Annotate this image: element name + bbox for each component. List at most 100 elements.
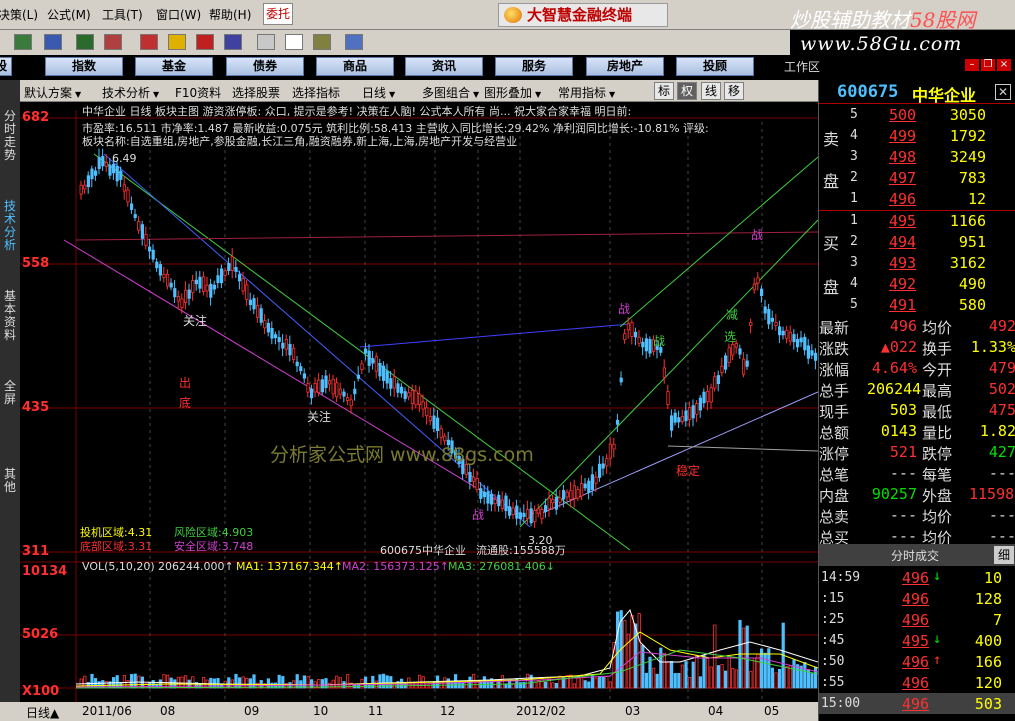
menu-window[interactable]: 窗口(W) [156, 6, 201, 23]
tab-realestate[interactable]: 房地产 [586, 57, 664, 76]
menu-tools[interactable]: 工具(T) [102, 6, 143, 23]
candle-body [471, 476, 476, 482]
candle-body [482, 491, 487, 498]
stat-row: 总笔 --- 每笔 --- [819, 463, 1015, 484]
lock-icon[interactable] [104, 34, 122, 50]
time-tick: 2012/02 [516, 704, 566, 718]
candle-body [626, 323, 631, 331]
alert-icon[interactable] [196, 34, 214, 50]
line-button[interactable]: 线 [701, 82, 721, 100]
sell-price[interactable]: 500 [889, 106, 916, 124]
binoculars-icon[interactable] [76, 34, 94, 50]
pen-icon[interactable] [224, 34, 242, 50]
stat-value: --- [889, 506, 917, 524]
candle-body [363, 348, 368, 354]
minimize-icon[interactable]: – [965, 59, 979, 71]
kline-chart[interactable]: 中华企业 日线 板块主图 游资涨停板: 众口, 提示是参考! 决策在人脑! 公式… [20, 102, 818, 702]
watermark-title: 炒股辅助教材58股网 [790, 4, 975, 33]
overlay-dropdown[interactable]: 图形叠加 ▼ [484, 84, 541, 101]
sell-price[interactable]: 497 [889, 169, 916, 187]
technical-dropdown[interactable]: 技术分析 ▼ [102, 84, 159, 101]
rights-button[interactable]: 权 [677, 82, 697, 100]
tab-bond[interactable]: 债券 [226, 57, 304, 76]
stat-label: 均价 [922, 508, 953, 526]
float-caption: 流通股:155588万 [476, 544, 566, 557]
buy-price[interactable]: 495 [889, 212, 916, 230]
books-icon[interactable] [313, 34, 331, 50]
sell-row[interactable]: 3 498 3249 [819, 146, 1015, 167]
vtab-fullscreen[interactable]: 全屏 [2, 380, 18, 406]
vtab-other[interactable]: 其他 [2, 468, 18, 494]
period-indicator[interactable]: 日线▲ [26, 704, 59, 721]
buy-price[interactable]: 492 [889, 275, 916, 293]
window-icon[interactable] [285, 34, 303, 50]
diamond-icon[interactable] [168, 34, 186, 50]
buy-row[interactable]: 5 491 580 [819, 294, 1015, 315]
volume-bar [688, 677, 692, 689]
help-icon[interactable] [345, 34, 363, 50]
grid-icon[interactable] [44, 34, 62, 50]
buy-row[interactable]: 1 495 1166 [819, 210, 1015, 231]
candle-body [770, 317, 775, 322]
scheme-dropdown[interactable]: 默认方案 ▼ [24, 84, 81, 101]
sell-row[interactable]: 2 497 783 [819, 167, 1015, 188]
flag-icon[interactable] [14, 34, 32, 50]
sell-price[interactable]: 498 [889, 148, 916, 166]
vtab-fundamentals[interactable]: 基本资料 [2, 290, 18, 342]
mark-button[interactable]: 标 [654, 82, 674, 100]
select-stock-button[interactable]: 选择股票 [232, 84, 280, 101]
volume-bar [720, 664, 724, 689]
volume-bar [335, 675, 339, 689]
entrust-button[interactable]: 委托 [263, 3, 293, 25]
candle-body [338, 388, 343, 395]
buy-price[interactable]: 491 [889, 296, 916, 314]
candle-body [288, 343, 292, 356]
candle-body [425, 407, 429, 417]
category-bar: 股 指数 基金 债券 商品 资讯 服务 房地产 投顾 工作区 – ❐ × [0, 55, 1015, 78]
tab-commodity[interactable]: 商品 [316, 57, 394, 76]
chart-watermark: 分析家公式网 www.88gs.com [270, 444, 534, 466]
doc-icon[interactable] [257, 34, 275, 50]
restore-icon[interactable]: ❐ [981, 59, 995, 71]
buy-row[interactable]: 2 494 951 [819, 231, 1015, 252]
user-icon[interactable] [140, 34, 158, 50]
tab-advisor[interactable]: 投顾 [676, 57, 754, 76]
candle-body [335, 382, 339, 398]
menu-help[interactable]: 帮助(H) [209, 6, 251, 23]
ticks-detail-button[interactable]: 细 [994, 546, 1014, 564]
close-icon[interactable]: × [997, 59, 1011, 71]
volume-bar [295, 674, 299, 689]
stat-value: --- [988, 464, 1015, 482]
f10-button[interactable]: F10资料 [175, 84, 221, 101]
sell-row[interactable]: 5 500 3050 [819, 104, 1015, 125]
tab-fund[interactable]: 基金 [135, 57, 213, 76]
vtab-intraday[interactable]: 分时走势 [2, 110, 18, 162]
menu-formula[interactable]: 公式(M) [47, 6, 91, 23]
buy-price[interactable]: 493 [889, 254, 916, 272]
period-dropdown[interactable]: 日线 ▼ [362, 84, 395, 101]
move-button[interactable]: 移 [724, 82, 744, 100]
candle-body [122, 184, 126, 192]
select-indicator-button[interactable]: 选择指标 [292, 84, 340, 101]
tab-service[interactable]: 服务 [495, 57, 573, 76]
tab-news[interactable]: 资讯 [405, 57, 483, 76]
stat-value: 492 [988, 317, 1015, 335]
menu-decision[interactable]: 决策(L) [0, 6, 38, 23]
sell-price[interactable]: 499 [889, 127, 916, 145]
common-indicator-dropdown[interactable]: 常用指标 ▼ [558, 84, 615, 101]
sell-row[interactable]: 1 496 12 [819, 188, 1015, 209]
sell-price[interactable]: 496 [889, 190, 916, 208]
sell-row[interactable]: 4 499 1792 [819, 125, 1015, 146]
buy-price[interactable]: 494 [889, 233, 916, 251]
tab-stocks[interactable]: 股 [0, 57, 12, 76]
stat-label: 每笔 [922, 466, 953, 484]
multi-chart-dropdown[interactable]: 多图组合 ▼ [422, 84, 479, 101]
buy-row[interactable]: 4 492 490 [819, 273, 1015, 294]
buy-row[interactable]: 3 493 3162 [819, 252, 1015, 273]
technical-label: 技术分析 [102, 86, 151, 100]
tab-index[interactable]: 指数 [45, 57, 123, 76]
vtab-technical[interactable]: 技术分析 [2, 200, 18, 252]
candle-body [608, 443, 613, 459]
close-icon[interactable]: ✕ [995, 84, 1011, 100]
chart-header-line: 中华企业 日线 板块主图 游资涨停板: 众口, 提示是参考! 决策在人脑! 公式… [82, 105, 632, 118]
